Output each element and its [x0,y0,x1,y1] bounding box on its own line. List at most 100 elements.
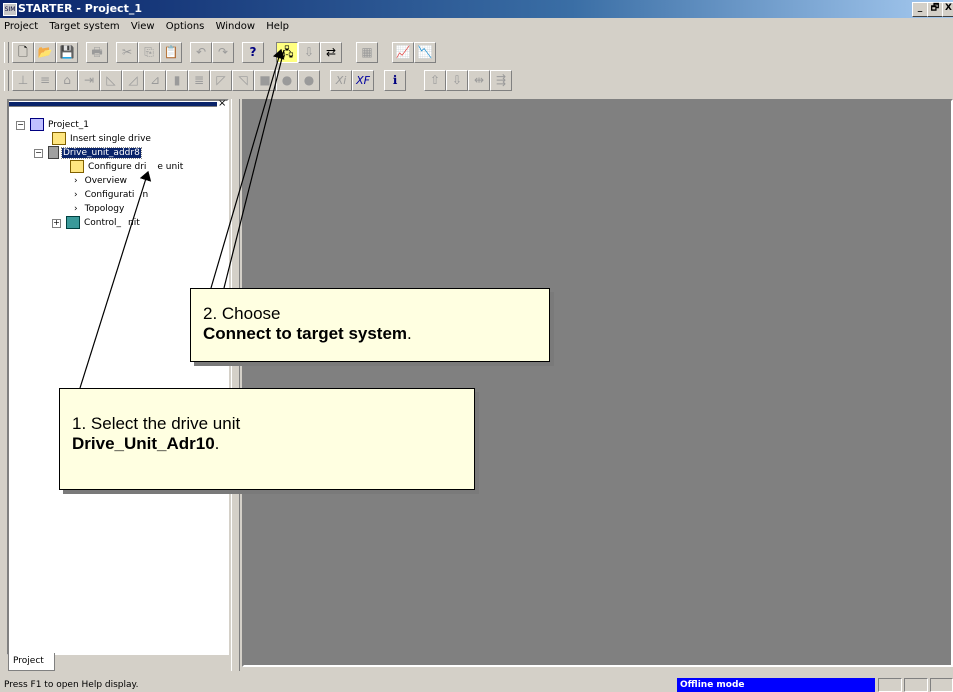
menu-options[interactable]: Options [162,18,209,32]
tree-label-configure: Configure dri [88,162,147,172]
new-button[interactable]: 🗋 [12,42,34,63]
help-button[interactable]: ? [242,42,264,63]
network-button[interactable]: ▦ [356,42,378,63]
block-8-button[interactable]: ▮ [166,70,188,91]
window-title: STARTER - Project_1 [18,2,142,15]
undo-button[interactable]: ↶ [190,42,212,63]
load-button[interactable]: ⇩ [298,42,320,63]
drive-unit-icon [48,146,59,159]
measure-button[interactable]: 📉 [414,42,436,63]
block-3-button[interactable]: ⌂ [56,70,78,91]
print-icon: 🖶 [91,45,103,59]
redo-icon: ↷ [217,45,229,59]
drive-toolbar: ⊥ ≡ ⌂ ⇥ ◺ ◿ ⊿ ▮ ≣ ◸ ◹ ■ ● ● Xi XF ℹ ⇧ ⇩ … [0,67,953,94]
block-6-icon: ◿ [128,73,138,87]
xf-icon: XF [356,74,370,87]
block-5-button[interactable]: ◺ [100,70,122,91]
block-7-icon: ⊿ [149,73,161,87]
xf-button[interactable]: XF [352,70,374,91]
save-icon: 💾 [59,45,75,59]
copy-button[interactable]: ⎘ [138,42,160,63]
menu-view[interactable]: View [127,18,159,32]
cut-button[interactable]: ✂ [116,42,138,63]
app-icon: SIM [3,3,17,16]
tree-label-configuration: Configurati [84,190,135,200]
download-button[interactable]: ⇩ [446,70,468,91]
toolbar-grip[interactable] [4,42,9,63]
menu-target-system[interactable]: Target system [45,18,123,32]
open-button[interactable]: 📂 [34,42,56,63]
menu-window[interactable]: Window [212,18,259,32]
connect-target-button[interactable]: 🖧 [276,42,298,63]
info-icon: ℹ [392,73,398,87]
block-4-button[interactable]: ⇥ [78,70,100,91]
tree-label-control-unit-tail: nit [128,218,140,228]
menu-project[interactable]: Project [0,18,42,32]
tree-item-configure-drive-unit[interactable]: Configure dri e unit [70,160,184,174]
new-icon: 🗋 [18,45,28,59]
online-offline-button[interactable]: ⇄ [320,42,342,63]
pause-button[interactable]: ● [298,70,320,91]
xi-button[interactable]: Xi [330,70,352,91]
collapse-icon[interactable]: − [34,149,43,158]
block-2-button[interactable]: ≡ [34,70,56,91]
paste-button[interactable]: 📋 [160,42,182,63]
load-icon: ⇩ [303,45,315,59]
tree-label-drive-unit: Drive_unit_addr8 [61,147,142,159]
callout-step1-bold: Drive_Unit_Adr10 [72,434,215,453]
copy-ram-button[interactable]: ⇶ [490,70,512,91]
panel-header-bar[interactable] [9,101,217,107]
stop-icon: ■ [259,73,271,87]
callout-step2-tail: . [407,324,412,343]
status-pane [904,678,928,692]
xi-icon: Xi [335,74,347,87]
record-button[interactable]: ● [276,70,298,91]
trace-button[interactable]: 📈 [392,42,414,63]
expand-icon[interactable]: + [52,219,61,228]
block-7-button[interactable]: ⊿ [144,70,166,91]
upload-button[interactable]: ⇧ [424,70,446,91]
configure-icon [70,160,84,173]
block-9-icon: ≣ [193,73,205,87]
info-button[interactable]: ℹ [384,70,406,91]
collapse-icon[interactable]: − [16,121,25,130]
block-9-button[interactable]: ≣ [188,70,210,91]
callout-step1-line1: 1. Select the drive unit [72,414,241,433]
save-button[interactable]: 💾 [56,42,78,63]
compare-icon: ⇹ [473,73,485,87]
block-11-icon: ◹ [238,73,248,87]
restore-button[interactable]: 🗗 [927,2,943,17]
minimize-button[interactable]: _ [912,2,928,17]
block-1-icon: ⊥ [17,73,29,87]
block-1-button[interactable]: ⊥ [12,70,34,91]
block-11-button[interactable]: ◹ [232,70,254,91]
tree-item-configuration[interactable]: › Configurati n [74,188,149,202]
toolbar-grip[interactable] [4,70,9,91]
online-offline-icon: ⇄ [325,45,337,59]
copy-icon: ⎘ [144,45,154,59]
menu-help[interactable]: Help [262,18,293,32]
block-10-icon: ◸ [216,73,226,87]
print-button[interactable]: 🖶 [86,42,108,63]
trace-icon: 📈 [395,45,411,59]
tree-item-topology[interactable]: › Topology [74,202,125,216]
tab-project[interactable]: Project [8,653,55,671]
tree-item-overview[interactable]: › Overview [74,174,128,188]
status-help-text: Press F1 to open Help display. [4,680,139,690]
compare-button[interactable]: ⇹ [468,70,490,91]
panel-splitter[interactable] [231,99,240,671]
block-6-button[interactable]: ◿ [122,70,144,91]
chevron-right-icon: › [74,176,78,186]
record-icon: ● [281,73,293,87]
close-button[interactable]: X [942,2,953,17]
copy-ram-icon: ⇶ [495,73,507,87]
stop-button[interactable]: ■ [254,70,276,91]
block-10-button[interactable]: ◸ [210,70,232,91]
redo-button[interactable]: ↷ [212,42,234,63]
tree-item-insert-single-drive[interactable]: Insert single drive [52,132,152,146]
panel-close-icon[interactable]: × [218,99,228,109]
download-icon: ⇩ [451,73,463,87]
measure-icon: 📉 [417,45,433,59]
tree-label-topology: Topology [84,204,125,214]
tree-label-configuration-tail: n [142,190,149,200]
